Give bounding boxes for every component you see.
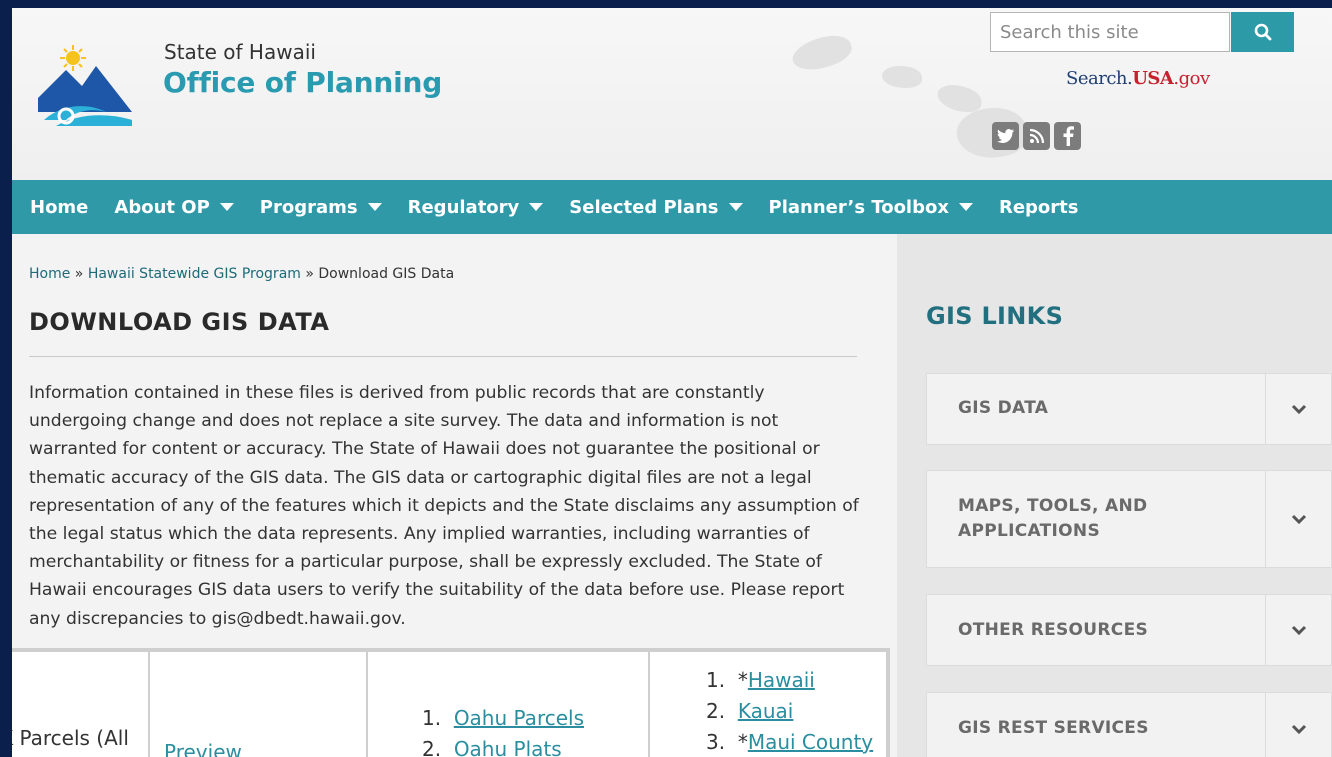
asterisk: * [737,668,748,692]
rss-icon[interactable] [1023,122,1050,150]
nav-item-planners-toolbox[interactable]: Planner’s Toolbox [769,197,973,218]
site-subtitle: State of Hawaii [164,40,316,64]
breadcrumb-gis-program-link[interactable]: Hawaii Statewide GIS Program [88,266,301,282]
oahu-plats-link[interactable]: Oahu Plats [454,737,562,757]
nav-item-selected-plans[interactable]: Selected Plans [569,196,743,218]
accordion-label: MAPS, TOOLS, AND APPLICATIONS [958,496,1148,541]
page-title: DOWNLOAD GIS DATA [29,308,330,336]
accordion-maps-tools-applications[interactable]: MAPS, TOOLS, AND APPLICATIONS [926,470,1332,568]
list-number: 2. [422,737,442,757]
table-cell-county-downloads: 1. *Hawaii 2. Kauai 3. *Maui County [650,652,890,757]
list-item: 1. *Hawaii [706,668,873,699]
list-number: 1. [706,668,726,692]
accordion-label: GIS REST SERVICES [958,718,1149,738]
accordion-label: OTHER RESOURCES [958,620,1149,640]
nav-item-about-op[interactable]: About OP [114,196,234,218]
accordion-toggle[interactable] [1265,471,1331,567]
accordion-toggle[interactable] [1265,693,1331,757]
hawaii-county-link[interactable]: Hawaii [748,668,815,692]
layer-name: K Parcels (All [12,726,129,750]
asterisk: * [737,730,748,754]
site-title[interactable]: Office of Planning [163,66,442,99]
list-number: 1. [422,706,442,730]
breadcrumb: Home » Hawaii Statewide GIS Program » Do… [29,266,454,282]
gis-data-table: K Parcels (All Preview 1. Oahu Parcels 2… [12,648,890,757]
nav-item-reports[interactable]: Reports [999,197,1079,218]
usagov-prefix: Search. [1066,68,1133,89]
caret-down-icon [367,203,382,211]
chevron-down-icon [1291,625,1306,635]
list-item: 3. *Maui County [706,730,873,757]
kauai-link[interactable]: Kauai [738,699,794,723]
nav-label: Regulatory [407,196,520,218]
list-item: 2. Oahu Plats [422,737,584,757]
search-button[interactable] [1231,12,1294,52]
sidebar: GIS LINKS GIS DATA MAPS, TOOLS, AND APPL… [897,234,1332,757]
maui-county-link[interactable]: Maui County [748,730,873,754]
table-cell-preview: Preview [150,652,368,757]
accordion-label: GIS DATA [958,398,1049,418]
breadcrumb-home-link[interactable]: Home [29,266,70,282]
title-divider [29,356,857,357]
accordion-toggle[interactable] [1265,374,1331,444]
accordion-gis-data[interactable]: GIS DATA [926,373,1332,445]
oahu-parcels-link[interactable]: Oahu Parcels [454,706,584,730]
nav-label: About OP [114,196,210,218]
table-cell-layer: K Parcels (All [12,652,150,757]
chevron-down-icon [1291,724,1306,734]
nav-item-programs[interactable]: Programs [260,197,382,218]
nav-item-home[interactable]: Home [30,197,88,218]
breadcrumb-separator: » [300,266,319,282]
breadcrumb-current: Download GIS Data [318,266,455,282]
nav-item-regulatory[interactable]: Regulatory [408,197,544,218]
usagov-suffix: .gov [1173,68,1210,89]
map-decoration [788,28,856,78]
chevron-down-icon [1291,404,1306,414]
chevron-down-icon [1291,514,1306,524]
map-decoration [882,66,922,88]
preview-link[interactable]: Preview [164,740,242,757]
nav-label: Home [30,196,89,218]
social-links [992,122,1081,150]
logo-icon [38,45,132,126]
oahu-download-list: 1. Oahu Parcels 2. Oahu Plats [422,706,584,757]
nav-label: Planner’s Toolbox [768,196,949,218]
caret-down-icon [219,203,234,211]
accordion-gis-rest-services[interactable]: GIS REST SERVICES [926,692,1332,757]
nav-label: Programs [259,196,358,218]
facebook-icon[interactable] [1054,122,1081,150]
search-input[interactable] [990,12,1230,52]
disclaimer-text: Information contained in these files is … [29,383,859,629]
accordion-other-resources[interactable]: OTHER RESOURCES [926,594,1332,666]
search-usa-gov-link[interactable]: Search.USA.gov [1066,68,1210,89]
caret-down-icon [728,203,743,211]
nav-label: Reports [998,196,1079,218]
list-number: 2. [706,699,726,723]
site-header: State of Hawaii Office of Planning Searc… [12,8,1332,180]
list-item: 2. Kauai [706,699,873,730]
nav-label: Selected Plans [569,196,719,218]
list-item: 1. Oahu Parcels [422,706,584,737]
caret-down-icon [958,203,973,211]
list-number: 3. [706,730,726,754]
office-of-planning-logo[interactable] [36,42,136,128]
county-download-list: 1. *Hawaii 2. Kauai 3. *Maui County [706,668,873,757]
browser-viewport: State of Hawaii Office of Planning Searc… [0,0,1332,757]
table-cell-oahu-downloads: 1. Oahu Parcels 2. Oahu Plats [368,652,650,757]
breadcrumb-separator: » [70,266,88,282]
accordion-toggle[interactable] [1265,595,1331,665]
page: State of Hawaii Office of Planning Searc… [12,8,1332,757]
twitter-icon[interactable] [992,122,1019,150]
search-icon [1254,23,1271,41]
sidebar-title: GIS LINKS [926,302,1064,330]
main-navigation: Home About OP Programs Regulatory Select… [12,180,1332,234]
caret-down-icon [529,203,544,211]
usagov-usa: USA [1132,68,1174,89]
main-content: Home » Hawaii Statewide GIS Program » Do… [12,234,897,757]
